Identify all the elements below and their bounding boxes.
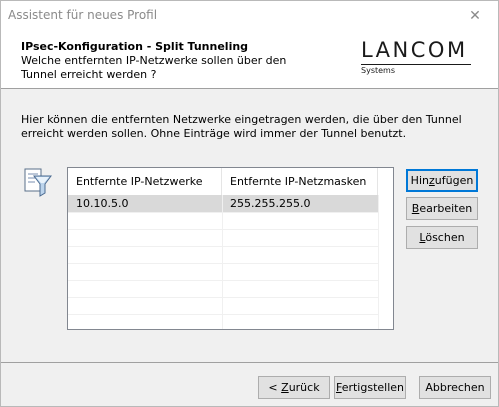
wizard-window: Assistent für neues Profil ✕ IPsec-Konfi…	[0, 0, 499, 407]
grid-line	[222, 195, 223, 329]
remote-networks-table[interactable]: Entfernte IP-Netzwerke Entfernte IP-Netz…	[67, 167, 394, 330]
cell-network: 10.10.5.0	[76, 197, 129, 210]
add-button[interactable]: Hinzufügen	[406, 169, 478, 192]
grid-line	[68, 297, 378, 298]
wizard-header: IPsec-Konfiguration - Split Tunneling We…	[1, 31, 498, 89]
column-header-netmasks[interactable]: Entfernte IP-Netzmasken	[222, 168, 378, 195]
grid-line	[68, 263, 378, 264]
logo-subtitle: Systems	[361, 66, 395, 75]
grid-line	[68, 212, 378, 213]
table-row[interactable]: 10.10.5.0 255.255.255.0	[68, 195, 378, 212]
finish-button[interactable]: Fertigstellen	[334, 376, 406, 399]
page-subtitle: Welche entfernten IP-Netzwerke sollen üb…	[21, 54, 287, 81]
footer-separator	[1, 362, 498, 363]
column-header-networks[interactable]: Entfernte IP-Netzwerke	[68, 168, 222, 195]
lancom-logo: LANCOM Systems	[361, 38, 471, 75]
grid-line	[68, 280, 378, 281]
grid-line	[68, 246, 378, 247]
cell-netmask: 255.255.255.0	[230, 197, 311, 210]
logo-brand: LANCOM	[361, 38, 468, 62]
grid-line	[68, 314, 378, 315]
intro-text: Hier können die entfernten Netzwerke ein…	[21, 113, 462, 140]
back-button[interactable]: < Zurück	[258, 376, 330, 399]
close-icon[interactable]: ✕	[452, 1, 498, 31]
delete-button[interactable]: Löschen	[406, 226, 478, 249]
page-title: IPsec-Konfiguration - Split Tunneling	[21, 40, 249, 53]
title-bar: Assistent für neues Profil ✕	[1, 1, 498, 31]
grid-line	[68, 229, 378, 230]
cancel-button[interactable]: Abbrechen	[419, 376, 491, 399]
grid-line	[378, 195, 379, 329]
funnel-filter-icon	[23, 167, 53, 199]
window-title: Assistent für neues Profil	[8, 8, 158, 22]
edit-button[interactable]: Bearbeiten	[406, 197, 478, 220]
logo-underline	[361, 64, 471, 65]
